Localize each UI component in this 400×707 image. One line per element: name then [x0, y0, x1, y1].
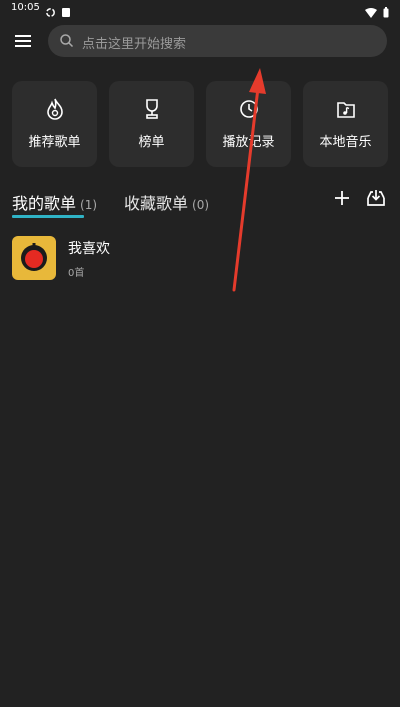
tile-play-history[interactable]: 播放记录 — [206, 81, 291, 167]
tile-label: 推荐歌单 — [28, 135, 81, 150]
heart-record-icon — [21, 243, 47, 271]
list-item[interactable]: 我喜欢 0首 — [12, 236, 388, 284]
tile-local-music[interactable]: 本地音乐 — [303, 81, 388, 167]
top-bar: 点击这里开始搜索 — [0, 22, 400, 62]
search-placeholder: 点击这里开始搜索 — [82, 37, 187, 52]
quick-access-tiles: 推荐歌单 榜单 播放记录 本地音乐 — [12, 81, 388, 167]
search-icon — [59, 33, 74, 52]
notification-icon — [61, 3, 71, 22]
plus-icon — [335, 191, 349, 205]
tile-recommended-playlists[interactable]: 推荐歌单 — [12, 81, 97, 167]
tab-count: (1) — [80, 198, 98, 212]
tab-label: 收藏歌单 — [124, 194, 189, 213]
tile-charts[interactable]: 榜单 — [109, 81, 194, 167]
status-time: 10:05 — [11, 2, 40, 13]
battery-icon — [383, 3, 389, 22]
tab-favorite-playlists[interactable]: 收藏歌单 (0) — [124, 190, 209, 214]
tab-count: (0) — [192, 198, 210, 212]
import-playlist-button[interactable] — [364, 186, 388, 210]
playlist-song-count: 0首 — [68, 268, 85, 279]
wifi-icon — [365, 3, 377, 22]
music-folder-icon — [303, 97, 388, 121]
status-bar: 10:05 — [0, 0, 400, 18]
tile-label: 本地音乐 — [319, 135, 372, 150]
playlist-tabs: 我的歌单 (1) 收藏歌单 (0) — [12, 186, 388, 226]
add-playlist-button[interactable] — [330, 186, 354, 210]
search-bar[interactable]: 点击这里开始搜索 — [48, 25, 387, 57]
tile-label: 播放记录 — [222, 135, 275, 150]
tab-my-playlists[interactable]: 我的歌单 (1) — [12, 190, 97, 214]
flame-icon — [12, 97, 97, 121]
playlist-name: 我喜欢 — [68, 241, 110, 257]
hamburger-icon — [15, 35, 31, 47]
playlist-cover — [12, 236, 56, 280]
sync-icon — [45, 3, 56, 22]
tab-label: 我的歌单 — [12, 194, 77, 213]
import-icon — [367, 190, 385, 206]
active-tab-indicator — [12, 215, 84, 218]
trophy-icon — [109, 97, 194, 121]
menu-button[interactable] — [12, 30, 34, 52]
clock-icon — [206, 97, 291, 121]
tile-label: 榜单 — [138, 135, 165, 150]
